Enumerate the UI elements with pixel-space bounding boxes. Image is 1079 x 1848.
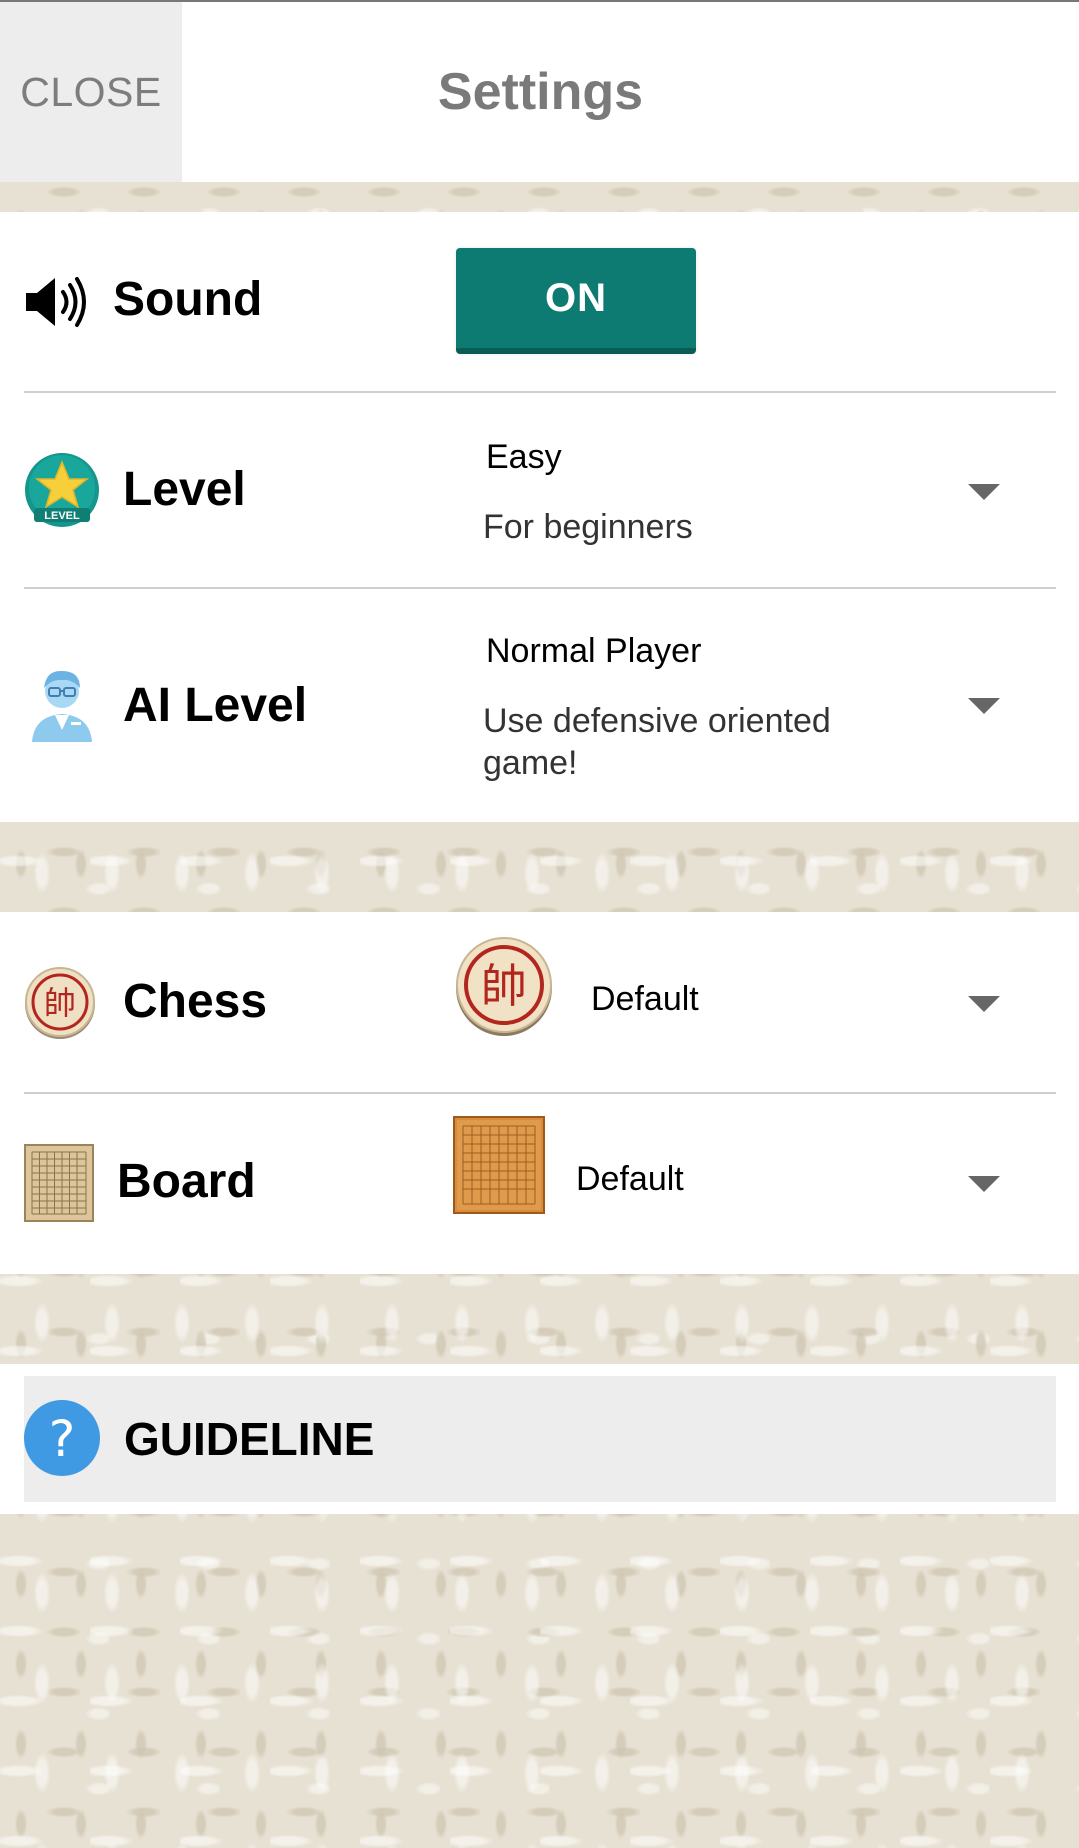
level-selected-value: Easy xyxy=(486,438,562,476)
chevron-down-icon xyxy=(968,484,1000,500)
level-star-icon: LEVEL xyxy=(24,452,100,533)
svg-text:帥: 帥 xyxy=(44,984,76,1022)
divider xyxy=(24,587,1056,589)
sound-toggle-button[interactable]: ON xyxy=(456,248,696,354)
chess-select[interactable]: 帥 Default xyxy=(452,934,1022,1064)
guideline-button[interactable]: ? GUIDELINE xyxy=(24,1376,1056,1502)
sound-label: Sound xyxy=(113,273,263,326)
level-description: For beginners xyxy=(483,508,693,546)
board-label: Board xyxy=(117,1155,256,1208)
ai-level-description: Use defensive oriented game! xyxy=(483,702,831,782)
chess-selected-value: Default xyxy=(591,980,699,1018)
board-icon xyxy=(24,1144,94,1227)
help-icon: ? xyxy=(24,1400,100,1481)
ai-level-selected-value: Normal Player xyxy=(486,632,702,670)
chess-piece-icon: 帥 xyxy=(24,967,96,1044)
close-button[interactable]: CLOSE xyxy=(0,2,182,182)
board-preview-icon xyxy=(453,1116,545,1219)
divider xyxy=(24,1092,1056,1094)
speaker-icon xyxy=(24,274,90,335)
chevron-down-icon xyxy=(968,996,1000,1012)
board-selected-value: Default xyxy=(576,1160,684,1198)
guideline-label: GUIDELINE xyxy=(124,1413,375,1465)
page-title: Settings xyxy=(437,63,644,121)
chess-label: Chess xyxy=(123,975,268,1028)
ai-level-select[interactable]: Normal Player Use defensive oriented gam… xyxy=(482,614,1022,794)
svg-text:?: ? xyxy=(49,1410,76,1468)
divider xyxy=(24,391,1056,393)
level-label: Level xyxy=(123,463,246,516)
level-select[interactable]: Easy For beginners xyxy=(482,420,1022,570)
svg-text:帥: 帥 xyxy=(481,959,527,1013)
chevron-down-icon xyxy=(968,698,1000,714)
ai-player-icon xyxy=(28,666,96,749)
ai-level-label: AI Level xyxy=(123,679,308,732)
board-select[interactable]: Default xyxy=(452,1112,1022,1218)
chevron-down-icon xyxy=(968,1176,1000,1192)
chess-piece-preview-icon: 帥 xyxy=(454,936,554,1041)
header: CLOSE Settings xyxy=(0,2,1079,182)
svg-text:LEVEL: LEVEL xyxy=(44,510,80,522)
